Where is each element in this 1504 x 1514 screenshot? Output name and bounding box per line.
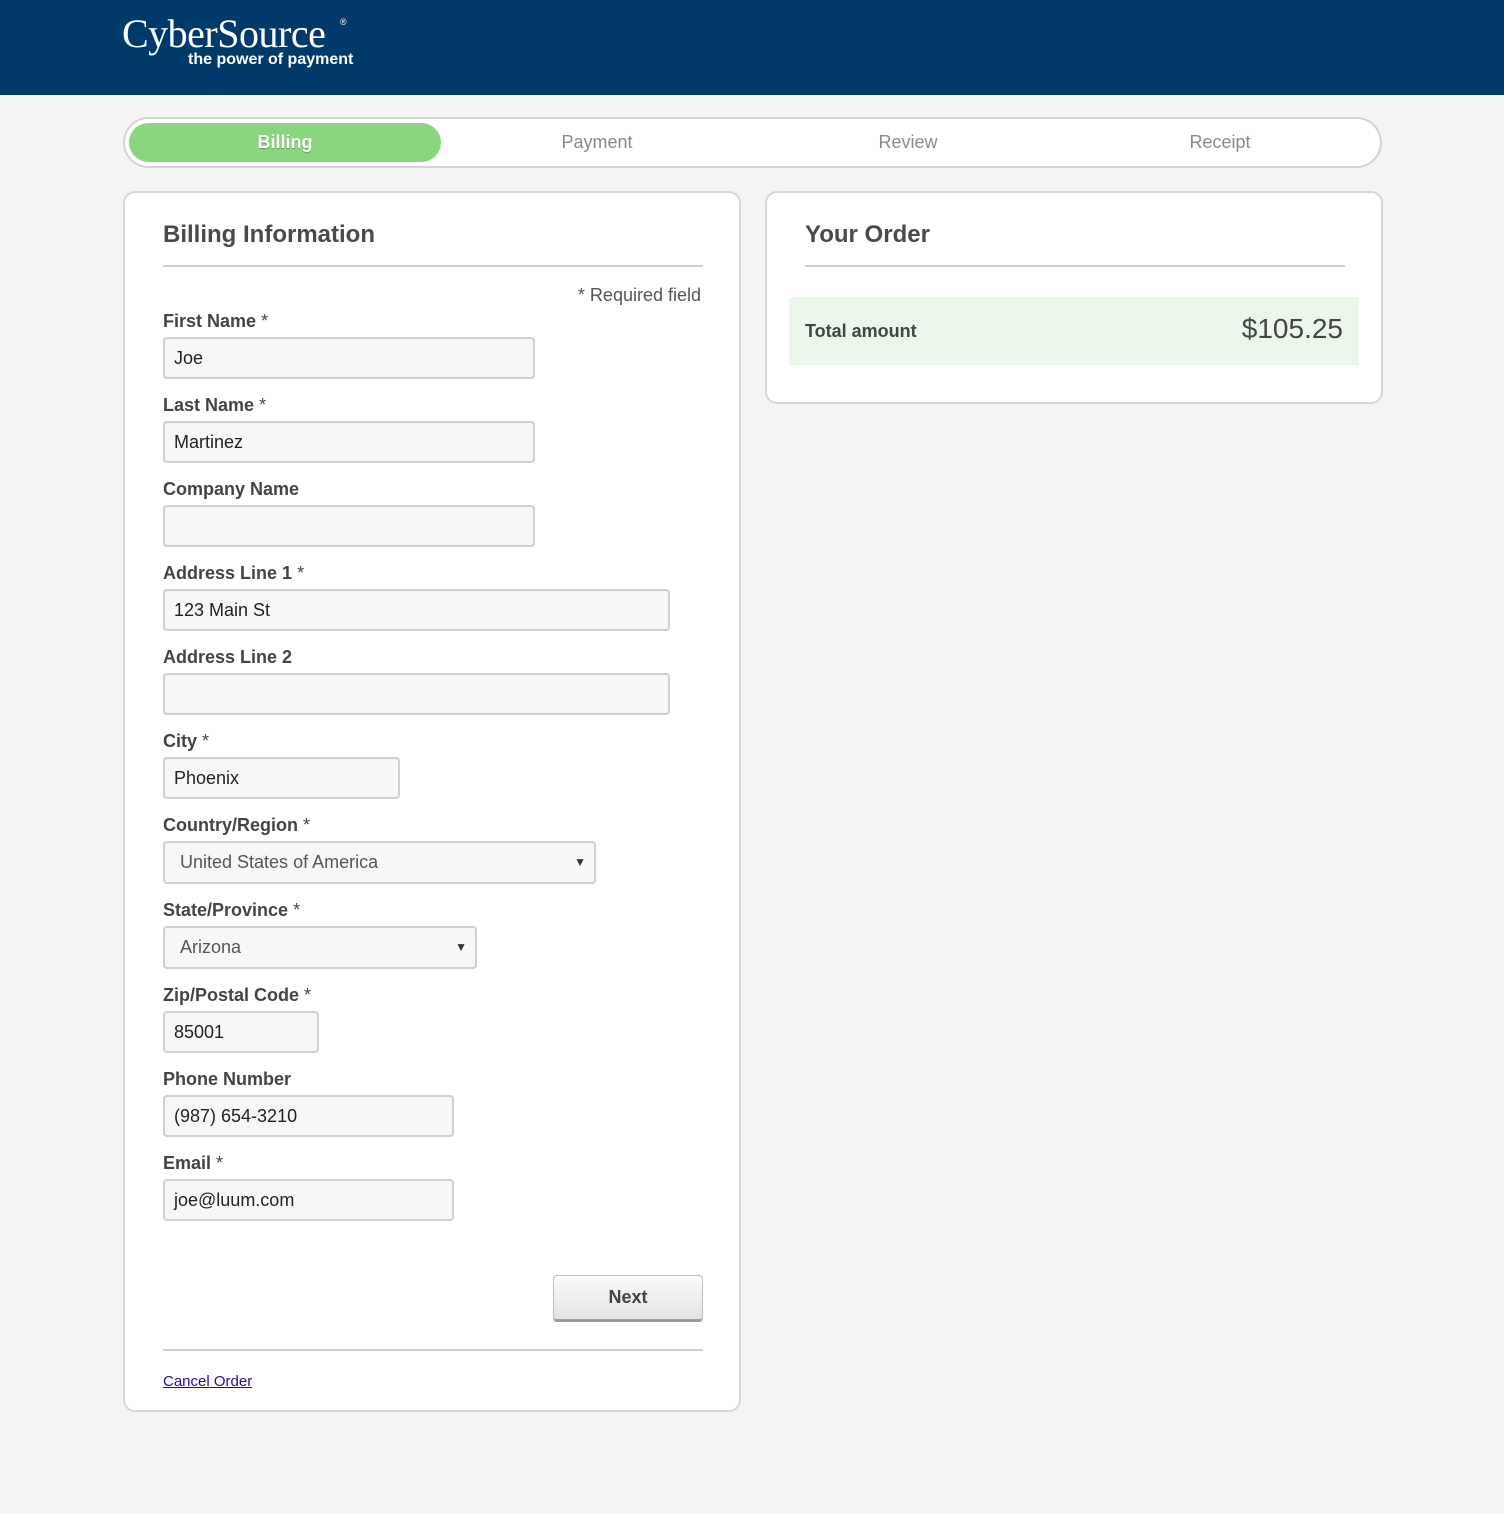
address-line-2-label: Address Line 2	[163, 647, 293, 667]
logo-tagline: the power of payment	[188, 51, 354, 68]
registered-mark: ®	[340, 17, 347, 27]
zip-field[interactable]: 85001	[163, 1011, 319, 1053]
billing-panel: Billing Information * Required field Fir…	[123, 191, 741, 1412]
title-divider	[163, 265, 703, 267]
country-label: Country/Region *	[163, 815, 311, 835]
step-receipt: Receipt	[1189, 132, 1251, 152]
checkout-progress: Billing Payment Review Receipt	[123, 117, 1382, 168]
step-payment: Payment	[561, 132, 633, 152]
country-selected-value: United States of America	[180, 852, 379, 872]
state-selected-value: Arizona	[180, 937, 242, 957]
step-billing: Billing	[129, 123, 441, 162]
required-field-note: * Required field	[577, 285, 701, 305]
state-select[interactable]: Arizona ▼	[163, 926, 477, 969]
site-header: CyberSource ® the power of payment	[0, 0, 1504, 95]
country-select[interactable]: United States of America ▼	[163, 841, 596, 884]
phone-label: Phone Number	[163, 1069, 292, 1089]
chevron-down-icon: ▼	[574, 855, 586, 869]
phone-field[interactable]: (987) 654-3210	[163, 1095, 454, 1137]
zip-label: Zip/Postal Code *	[163, 985, 312, 1005]
cancel-order-link[interactable]: Cancel Order	[163, 1373, 252, 1390]
logo-wordmark: CyberSource	[122, 11, 326, 56]
first-name-field[interactable]: Joe	[163, 337, 535, 379]
company-name-field[interactable]	[163, 505, 535, 547]
last-name-field[interactable]: Martinez	[163, 421, 535, 463]
chevron-down-icon: ▼	[455, 940, 467, 954]
order-title: Your Order	[805, 221, 930, 248]
company-name-label: Company Name	[163, 479, 300, 499]
total-amount-label: Total amount	[805, 321, 917, 341]
state-label: State/Province *	[163, 900, 301, 920]
total-amount-row: Total amount $105.25	[789, 297, 1359, 365]
step-review: Review	[878, 132, 938, 152]
order-title-divider	[805, 265, 1345, 267]
email-label: Email *	[163, 1153, 224, 1173]
billing-title: Billing Information	[163, 221, 375, 248]
email-field[interactable]: joe@luum.com	[163, 1179, 454, 1221]
footer-divider	[163, 1349, 703, 1351]
first-name-label: First Name *	[163, 311, 269, 331]
last-name-label: Last Name *	[163, 395, 267, 415]
city-label: City *	[163, 731, 210, 751]
city-field[interactable]: Phoenix	[163, 757, 400, 799]
order-panel: Your Order Total amount $105.25	[765, 191, 1383, 404]
next-button[interactable]: Next	[553, 1275, 703, 1322]
cybersource-logo: CyberSource ® the power of payment	[122, 8, 382, 78]
address-line-1-field[interactable]: 123 Main St	[163, 589, 670, 631]
address-line-2-field[interactable]	[163, 673, 670, 715]
total-amount-value: $105.25	[1241, 313, 1343, 344]
address-line-1-label: Address Line 1 *	[163, 563, 305, 583]
